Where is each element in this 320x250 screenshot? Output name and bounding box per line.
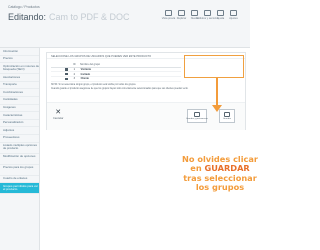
close-icon: ✕ [55,109,62,116]
gear-icon [230,10,237,16]
breadcrumb[interactable]: Catálogo / Productos [8,5,40,9]
sidebar-item-adjuntos[interactable]: Adjuntos [0,127,39,135]
page-title-product: Cam to PDF & DOC [49,12,130,22]
sidebar-item-precios-grupos[interactable]: Precios para los grupos [0,165,39,176]
table-row: 3 Cliente [51,77,181,82]
save-buttons-highlight [184,55,244,78]
note-save-reminder: Cuando guarde el producto asegúrese de q… [51,88,189,90]
screenshot-canvas: Catálogo / Productos Editando: Cam to PDF… [0,0,258,250]
modules-button[interactable]: Módulos y servicios [196,10,219,20]
sidebar-item-proveedores[interactable]: Proveedores [0,135,39,143]
group-name: Visitante [80,67,91,71]
help-button[interactable]: Ayuda [214,10,227,20]
header-id: ID [73,63,76,66]
sidebar-item-caracteristicas[interactable]: Características [0,112,39,120]
preview-label: Vista previa [161,17,176,20]
settings-button[interactable]: Ajustes [227,10,240,20]
save-and-stay-label: Guardar y permanecer [186,118,209,120]
sidebar-item-personalizacion[interactable]: Personalización [0,120,39,128]
sidebar-item-transporte[interactable]: Transporte [0,82,39,90]
sidebar-item-informacion[interactable]: Información [0,48,39,56]
page-header: Catálogo / Productos Editando: Cam to PDF… [0,0,250,48]
save-label: Guardar [222,118,232,120]
group-id: 2 [73,72,75,76]
group-name: Invitado [80,72,91,76]
save-icon [224,112,230,117]
page-title-main: Editando: [8,12,47,22]
annotation-emphasis: GUARDAR [204,163,250,174]
sidebar-item-imagenes[interactable]: Imágenes [0,105,39,113]
annotation-line4: los grupos [195,182,245,193]
save-and-stay-button[interactable]: Guardar y permanecer [186,109,209,123]
sidebar-item-seo[interactable]: Optimización en motores de búsqueda (SEO… [0,63,39,75]
header-checkbox-col [51,63,73,67]
sidebar-item-precios[interactable]: Precios [0,56,39,64]
groups-table: ID Nombre del grupo 1 Visitante 2 Invita… [51,63,181,82]
toolbar: Vista previa Duplicar Nuevo Módulos y se… [162,10,240,20]
help-icon [217,10,224,16]
puzzle-icon [204,10,211,16]
group-checkbox-visitante[interactable] [65,68,68,71]
cancel-label: Cancelar [53,117,64,120]
group-id: 1 [73,67,75,71]
group-checkbox-cliente[interactable] [65,77,68,81]
plus-icon [191,10,198,16]
note-no-group: NOTA: Si no selecciona ningún grupo, el … [51,84,137,86]
duplicate-label: Duplicar [176,17,187,20]
sidebar-item-cantidades[interactable]: Cantidades [0,97,39,105]
sidebar-item-asociaciones[interactable]: Asociaciones [0,74,39,82]
sidebar-item-cuadro-enlaces[interactable]: Cuadro de enlaces [0,176,39,184]
sidebar-item-modificacion-opciones[interactable]: Modificación de opciones [0,154,39,165]
sidebar-item-combinaciones[interactable]: Combinaciones [0,89,39,97]
eye-icon [165,10,172,16]
header-group-name: Nombre del grupo [80,63,101,66]
page-title: Editando: Cam to PDF & DOC [8,12,130,22]
copy-icon [178,10,185,16]
preview-button[interactable]: Vista previa [162,10,175,20]
help-label: Ayuda [216,17,225,20]
group-name: Cliente [80,77,89,81]
sidebar: Información Precios Optimización en moto… [0,48,40,250]
sidebar-item-grupos-permitidos[interactable]: Grupos permitidos para ver el producto [0,183,39,195]
save-icon [194,112,200,117]
annotation-arrow-head [212,105,222,112]
annotation-arrow-line [216,78,218,106]
group-id: 3 [73,77,75,81]
annotation-text: No olvides clicar en GUARDAR tras selecc… [160,154,280,193]
annotation-line2-prefix: en [190,163,205,174]
settings-label: Ajustes [229,17,238,20]
group-checkbox-invitado[interactable] [65,72,68,76]
sidebar-item-listado-opciones[interactable]: Listado multiples opciones de producto [0,143,39,154]
cancel-button[interactable]: ✕ Cancelar [53,109,63,120]
duplicate-button[interactable]: Duplicar [175,10,188,20]
